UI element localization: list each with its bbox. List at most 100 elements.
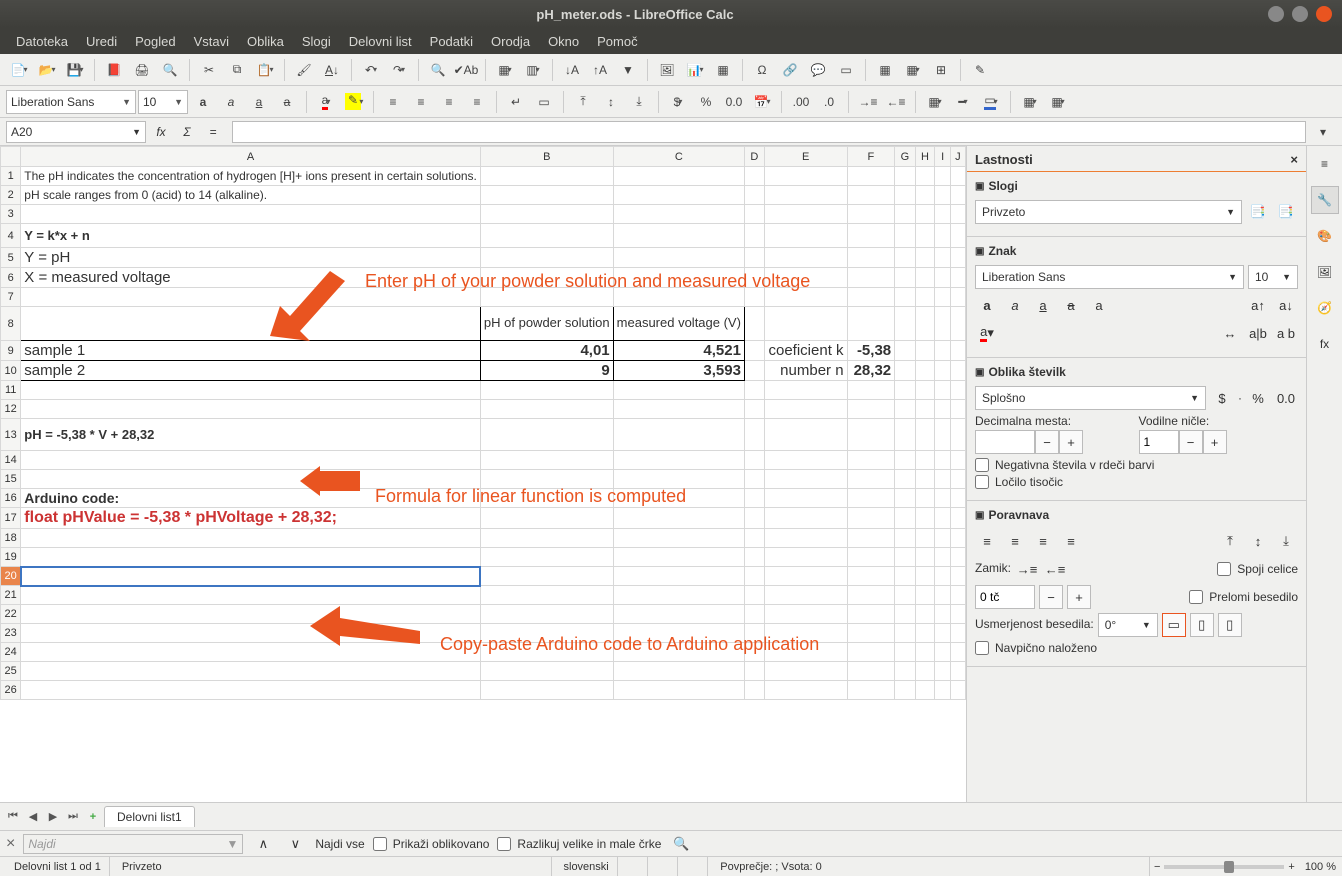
side-strike[interactable]: a xyxy=(1059,293,1083,317)
row-header[interactable]: 7 xyxy=(1,288,21,307)
tab-first[interactable]: ⏮ xyxy=(4,810,22,823)
cell[interactable]: The pH indicates the concentration of hy… xyxy=(21,167,481,186)
sort-asc-button[interactable]: ↓A xyxy=(559,57,585,83)
minimize-button[interactable] xyxy=(1268,6,1284,22)
cut-button[interactable]: ✂ xyxy=(196,57,222,83)
al-top[interactable]: ⤒ xyxy=(1218,529,1242,553)
side-spacing[interactable]: ↔ xyxy=(1218,321,1242,345)
wrap-check[interactable]: Prelomi besedilo xyxy=(1189,590,1298,604)
chart-button[interactable]: 📊 xyxy=(682,57,708,83)
col-header-I[interactable]: I xyxy=(935,147,950,167)
zoom-out-button[interactable]: − xyxy=(1154,861,1160,873)
properties-tab-icon[interactable]: 🔧 xyxy=(1311,186,1339,214)
col-button[interactable]: ▥ xyxy=(520,57,546,83)
sum-button[interactable]: Σ xyxy=(176,125,198,139)
freeze-button[interactable]: ▦ xyxy=(900,57,926,83)
align-justify-button[interactable]: ≡ xyxy=(464,89,490,115)
zoom-in-button[interactable]: + xyxy=(1288,861,1294,873)
al-right[interactable]: ≡ xyxy=(1031,529,1055,553)
find-input[interactable]: Najdi▼ xyxy=(23,834,243,854)
valign-top-button[interactable]: ⤒ xyxy=(570,89,596,115)
textdir-combo[interactable]: 0°▼ xyxy=(1098,613,1158,637)
cell[interactable]: 28,32 xyxy=(847,361,895,381)
formula-equals-button[interactable]: = xyxy=(202,125,224,139)
menu-vstavi[interactable]: Vstavi xyxy=(186,31,237,52)
row-header[interactable]: 6 xyxy=(1,268,21,288)
side-bold[interactable]: a xyxy=(975,293,999,317)
al-bot[interactable]: ⤓ xyxy=(1274,529,1298,553)
cell[interactable]: pH of powder solution xyxy=(480,307,613,341)
menu-okno[interactable]: Okno xyxy=(540,31,587,52)
lead-plus[interactable]: + xyxy=(1203,430,1227,454)
export-pdf-button[interactable]: 📕 xyxy=(101,57,127,83)
row-header[interactable]: 4 xyxy=(1,224,21,248)
condformat-button[interactable]: ▦ xyxy=(1045,89,1071,115)
autoformat-button[interactable]: ▦ xyxy=(1017,89,1043,115)
cell[interactable]: number n xyxy=(764,361,847,381)
spreadsheet-area[interactable]: A B C D E F G H I J 1The pH indicates th… xyxy=(0,146,966,802)
vertical-check[interactable]: Navpično naloženo xyxy=(975,641,1298,655)
cell[interactable]: 4,01 xyxy=(480,341,613,361)
date-button[interactable]: 📅 xyxy=(749,89,775,115)
numformat-combo[interactable]: Splošno▼ xyxy=(975,386,1206,410)
tab-prev[interactable]: ◀ xyxy=(24,810,42,823)
row-header[interactable]: 17 xyxy=(1,508,21,529)
merge-button[interactable]: ▭ xyxy=(531,89,557,115)
row-header[interactable]: 5 xyxy=(1,248,21,268)
side-currency[interactable]: $ xyxy=(1210,386,1234,410)
hyperlink-button[interactable]: 🔗 xyxy=(777,57,803,83)
row-header[interactable]: 16 xyxy=(1,489,21,508)
row-header[interactable]: 20 xyxy=(1,567,21,586)
dec-indent-button[interactable]: ←≡ xyxy=(883,89,909,115)
cell[interactable]: pH scale ranges from 0 (acid) to 14 (alk… xyxy=(21,186,481,205)
autofilter-button[interactable]: ▼ xyxy=(615,57,641,83)
side-font-color[interactable]: a ▾ xyxy=(975,321,999,345)
al-just[interactable]: ≡ xyxy=(1059,529,1083,553)
row-header[interactable]: 21 xyxy=(1,586,21,605)
side-underline[interactable]: a xyxy=(1031,293,1055,317)
cell[interactable]: 9 xyxy=(480,361,613,381)
number-button[interactable]: 0.0 xyxy=(721,89,747,115)
dec-minus[interactable]: − xyxy=(1035,430,1059,454)
row-header[interactable]: 10 xyxy=(1,361,21,381)
menu-delovni-list[interactable]: Delovni list xyxy=(341,31,420,52)
sidebar-close-icon[interactable]: × xyxy=(1290,152,1298,167)
section-znak[interactable]: Znak xyxy=(975,241,1298,261)
redo-button[interactable]: ↷ xyxy=(386,57,412,83)
border-color-button[interactable]: ▭ xyxy=(978,89,1004,115)
new-style-button[interactable]: 📑 xyxy=(1246,200,1270,224)
col-header-B[interactable]: B xyxy=(480,147,613,167)
row-header[interactable]: 25 xyxy=(1,662,21,681)
al-left[interactable]: ≡ xyxy=(975,529,999,553)
side-spacing-dec[interactable]: a|b xyxy=(1246,321,1270,345)
active-cell[interactable] xyxy=(21,567,481,586)
strikethrough-button[interactable]: a xyxy=(274,89,300,115)
row-header[interactable]: 2 xyxy=(1,186,21,205)
sidebar-toggle-icon[interactable]: ≡ xyxy=(1311,150,1339,178)
gallery-tab-icon[interactable]: 🖼 xyxy=(1311,258,1339,286)
new-button[interactable]: 📄 xyxy=(6,57,32,83)
row-header[interactable]: 1 xyxy=(1,167,21,186)
header-footer-button[interactable]: ▭ xyxy=(833,57,859,83)
zoom-slider[interactable] xyxy=(1164,865,1284,869)
row-header[interactable]: 13 xyxy=(1,419,21,451)
ind-minus[interactable]: − xyxy=(1039,585,1063,609)
save-button[interactable]: 💾 xyxy=(62,57,88,83)
italic-button[interactable]: a xyxy=(218,89,244,115)
close-button[interactable] xyxy=(1316,6,1332,22)
lead-minus[interactable]: − xyxy=(1179,430,1203,454)
menu-slogi[interactable]: Slogi xyxy=(294,31,339,52)
find-all-button[interactable]: Najdi vse xyxy=(315,837,364,851)
zoom-value[interactable]: 100 % xyxy=(1305,861,1336,873)
clear-format-button[interactable]: A↓ xyxy=(319,57,345,83)
special-char-button[interactable]: Ω xyxy=(749,57,775,83)
underline-button[interactable]: a xyxy=(246,89,272,115)
row-header[interactable]: 26 xyxy=(1,681,21,700)
cell[interactable]: sample 1 xyxy=(21,341,481,361)
pivot-button[interactable]: ▦ xyxy=(710,57,736,83)
inc-indent-button[interactable]: →≡ xyxy=(855,89,881,115)
comment-button[interactable]: 💬 xyxy=(805,57,831,83)
dec-plus[interactable]: + xyxy=(1059,430,1083,454)
menu-datoteka[interactable]: Datoteka xyxy=(8,31,76,52)
font-name-combo[interactable]: Liberation Sans▼ xyxy=(6,90,136,114)
